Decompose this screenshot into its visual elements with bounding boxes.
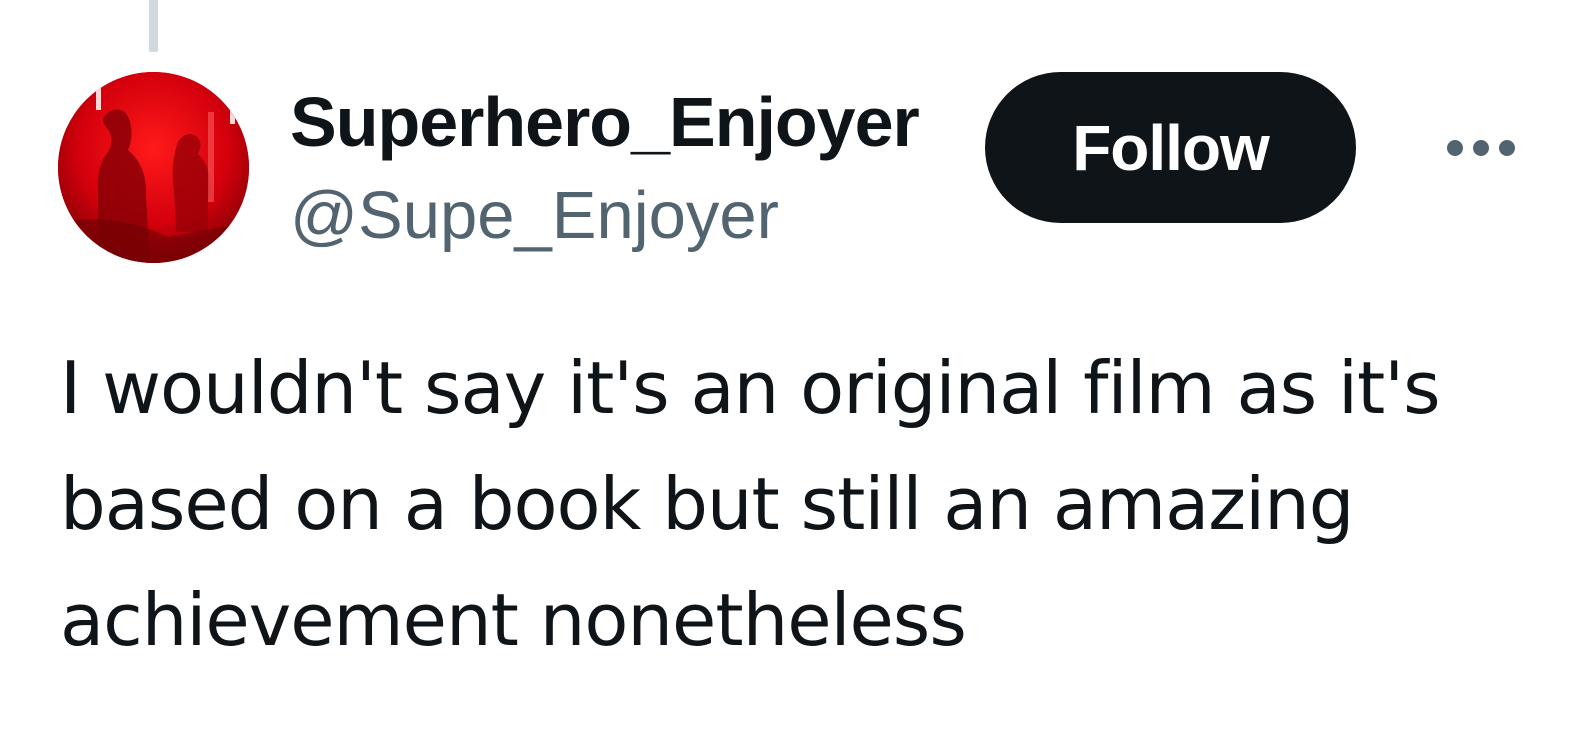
more-options-button[interactable] [1436,118,1526,178]
tweet-text: I wouldn't say it's an original film as … [60,346,1441,662]
more-options-icon [1447,140,1515,156]
author-handle[interactable]: @Supe_Enjoyer [290,176,779,256]
thread-connector-line [149,0,158,52]
author-display-name[interactable]: Superhero_Enjoyer [290,82,920,162]
author-avatar[interactable] [58,72,249,263]
avatar-image [58,72,249,263]
follow-button[interactable]: Follow [985,72,1356,223]
